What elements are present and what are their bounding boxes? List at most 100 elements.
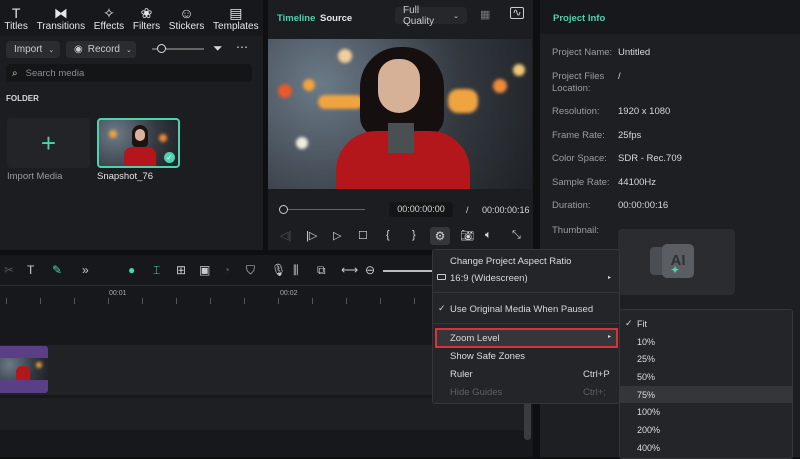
tab-source[interactable]: Source (320, 13, 352, 24)
fit-icon[interactable]: ⟷ (341, 263, 358, 277)
import-media-label: Import Media (7, 171, 63, 182)
mark-in-icon[interactable]: { (386, 229, 390, 241)
replace-icon[interactable]: ⧉ (317, 263, 326, 278)
folder-label: FOLDER (6, 94, 39, 103)
play-icon[interactable]: ▷ (333, 229, 341, 242)
pen-icon[interactable]: ✎ (52, 263, 62, 277)
speed-icon[interactable]: ◔ (223, 263, 230, 277)
info-value: Untitled (618, 47, 651, 58)
zoom-option-400[interactable]: 400% (637, 443, 660, 453)
cut-icon[interactable]: ✂ (4, 263, 14, 277)
import-media-tile[interactable]: + (7, 118, 90, 168)
templates-tab[interactable]: ▤ Templates (213, 5, 259, 32)
add-icon[interactable]: ⊞ (176, 263, 186, 277)
ruler-label: 00:02 (280, 290, 298, 297)
next-frame-icon[interactable]: |▷ (306, 229, 317, 242)
preview-video (268, 39, 532, 189)
effects-icon: ✧ (103, 4, 115, 21)
ruler-item[interactable]: Ruler (450, 369, 473, 380)
settings-icon[interactable]: ⚙ (430, 227, 450, 245)
record-button[interactable]: ◉ Record ⌄ (66, 41, 136, 58)
effects-tab[interactable]: ✧ Effects (94, 5, 124, 32)
use-original-label: Use Original Media When Paused (450, 304, 594, 315)
more-tools-icon[interactable]: » (82, 263, 89, 277)
info-label: Project Name: (552, 47, 613, 58)
playback-scrubber[interactable] (283, 209, 365, 210)
tab-timeline[interactable]: Timeline (277, 13, 315, 24)
screen-icon (437, 274, 446, 280)
transitions-tab[interactable]: ⧓ Transitions (37, 5, 86, 32)
timeline-ruler[interactable] (0, 298, 440, 304)
aspect-value: 16:9 (Widescreen) (450, 273, 528, 284)
search-icon: ⌕ (12, 67, 18, 79)
ruler-shortcut: Ctrl+P (583, 369, 610, 380)
magic-wand-icon: ✦ (670, 263, 681, 277)
tab-label: Transitions (36, 20, 86, 32)
ai-assistant-icon[interactable]: ● (128, 263, 135, 277)
mixer-icon[interactable]: ⫼ (293, 263, 299, 278)
use-original-media-item[interactable]: ✓ Use Original Media When Paused (433, 300, 619, 318)
filters-tab[interactable]: ❀ Filters (133, 5, 160, 32)
titles-tab[interactable]: T Titles (4, 5, 28, 32)
volume-icon[interactable]: 🔈︎ (485, 229, 492, 242)
info-value: 1920 x 1080 (618, 106, 671, 117)
zoom-option-10[interactable]: 10% (637, 337, 655, 347)
zoom-slider[interactable] (383, 270, 433, 272)
titles-icon: T (11, 4, 21, 21)
shield-icon[interactable]: ⛉ (246, 263, 255, 278)
chevron-down-icon: ⌄ (453, 12, 459, 20)
zoom-out-icon[interactable]: ⊖ (365, 263, 375, 277)
submenu-arrow-icon: ▸ (608, 334, 612, 340)
media-clip-thumbnail[interactable]: ✓ (97, 118, 180, 168)
fullscreen-icon[interactable]: ⤡ (512, 229, 521, 242)
grid-view-icon[interactable]: ▦ (480, 8, 490, 21)
settings-context-menu: Change Project Aspect Ratio 16:9 (Widesc… (432, 249, 620, 404)
import-label: Import (14, 44, 43, 55)
search-input[interactable]: ⌕ Search media (6, 64, 252, 82)
stickers-tab[interactable]: ☺ Stickers (169, 5, 205, 32)
quality-select[interactable]: Full Quality ⌄ (395, 5, 467, 27)
snapshot-icon[interactable]: 📷︎ (460, 229, 474, 242)
current-time[interactable]: 00:00:00:00 (389, 202, 453, 217)
info-value: 44100Hz (618, 177, 657, 188)
timeline-scrollbar[interactable] (524, 400, 531, 440)
zoom-option-200[interactable]: 200% (637, 425, 660, 435)
zoom-level-label: Zoom Level (450, 333, 500, 344)
time-separator: / (466, 205, 469, 215)
mark-out-icon[interactable]: } (412, 229, 416, 241)
waveform-icon[interactable]: ∿ (510, 7, 524, 19)
text-icon[interactable]: T (27, 263, 34, 277)
slider-handle[interactable] (157, 44, 166, 53)
more-icon[interactable]: ⋯ (236, 40, 248, 54)
ruler-label: 00:01 (109, 290, 127, 297)
import-button[interactable]: Import ⌄ (6, 41, 60, 58)
info-label: Resolution: (552, 106, 600, 117)
aspect-ratio-item[interactable]: 16:9 (Widescreen) ▸ (433, 269, 619, 287)
project-thumbnail[interactable]: AI ✦ (618, 229, 735, 295)
tab-label: Templates (213, 20, 259, 32)
clip-name: Snapshot_76 (97, 171, 153, 182)
timeline-clip[interactable] (0, 346, 48, 393)
image-icon[interactable]: ▣ (199, 263, 210, 277)
split-icon[interactable]: ⌶ (153, 263, 160, 278)
prev-frame-icon[interactable]: ◁| (280, 229, 291, 242)
tab-label: Filters (132, 20, 161, 32)
zoom-option-100[interactable]: 100% (637, 407, 660, 417)
info-label: Duration: (552, 200, 591, 211)
zoom-level-item[interactable]: Zoom Level ▸ (435, 328, 618, 348)
zoom-option-50[interactable]: 50% (637, 372, 655, 382)
scrubber-handle[interactable] (279, 205, 288, 214)
mic-icon[interactable]: 🎙︎ (271, 263, 286, 277)
tab-label: Titles (4, 20, 28, 32)
info-value: 00:00:00:16 (618, 200, 669, 211)
filter-icon[interactable]: ⏷ (213, 41, 223, 56)
stop-icon[interactable]: ☐ (358, 229, 368, 242)
change-aspect-label: Change Project Aspect Ratio (450, 256, 572, 267)
asset-toolbar: T Titles ⧓ Transitions ✧ Effects ❀ Filters ☺… (0, 0, 263, 36)
info-value: / (618, 71, 621, 82)
zoom-option-fit[interactable]: Fit (637, 319, 647, 329)
zoom-option-75[interactable]: 75% (637, 390, 655, 400)
plus-icon: + (40, 127, 57, 158)
zoom-option-25[interactable]: 25% (637, 354, 655, 364)
show-safe-zones-item[interactable]: Show Safe Zones (450, 351, 525, 362)
